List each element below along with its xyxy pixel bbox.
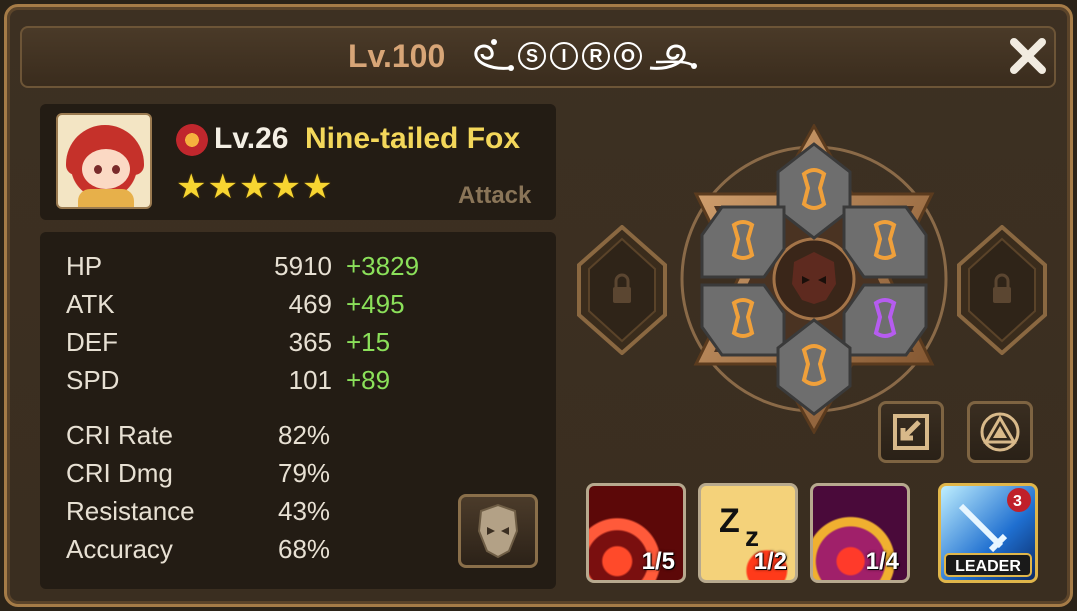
skill-level: 1/4 xyxy=(865,548,899,575)
star-icon: ★ xyxy=(270,168,301,206)
stat-row-spd: SPD 101 +89 xyxy=(66,365,446,399)
stat-value: 82% xyxy=(278,420,331,450)
rune-slot-3[interactable] xyxy=(842,283,928,357)
leader-label: LEADER xyxy=(955,558,1021,575)
skill-2[interactable]: Z z 1/2 xyxy=(698,483,798,583)
rune-slot-2[interactable] xyxy=(842,205,928,279)
skill-level: 1/2 xyxy=(753,548,787,575)
star-icon: ★ xyxy=(238,168,270,206)
rune-slot-6[interactable] xyxy=(700,205,786,279)
stat-row-accuracy: Accuracy 68% xyxy=(66,534,446,568)
monster-portrait[interactable] xyxy=(56,113,152,209)
stat-base: 469 xyxy=(288,289,332,319)
sword-icon: 3 LEADER xyxy=(944,488,1032,577)
stat-value: 43% xyxy=(278,496,331,526)
stat-base: 5910 xyxy=(274,251,332,281)
close-icon xyxy=(1010,38,1046,74)
stat-bonus: +15 xyxy=(346,327,391,357)
stat-label: HP xyxy=(66,251,103,281)
stat-value: 68% xyxy=(278,534,331,564)
stat-base: 101 xyxy=(288,365,332,395)
arrow-return-icon xyxy=(893,414,929,450)
leader-skill[interactable]: 3 LEADER xyxy=(938,483,1038,583)
stat-row-hp: HP 5910 +3829 xyxy=(66,251,446,285)
rune-level-title: Lv.100 xyxy=(348,38,446,74)
rune-letter-r: R xyxy=(582,42,610,70)
siro-emblem: S I R O xyxy=(470,36,698,76)
stat-label: Resistance xyxy=(66,496,195,526)
triangle-circle-icon xyxy=(980,412,1020,452)
unequip-runes-button[interactable] xyxy=(878,401,944,463)
skill-level: 1/5 xyxy=(641,548,675,575)
stat-value: 79% xyxy=(278,458,331,488)
stat-bonus: +3829 xyxy=(346,251,420,281)
stat-row-def: DEF 365 +15 xyxy=(66,327,446,361)
monster-mask-button[interactable] xyxy=(458,494,538,568)
stat-row-resistance: Resistance 43% xyxy=(66,496,446,530)
skill-3[interactable]: 1/4 xyxy=(810,483,910,583)
rune-letter-s: S xyxy=(518,42,546,70)
right-swirl-icon xyxy=(649,44,697,70)
locked-artifact-slot-right[interactable] xyxy=(957,224,1047,356)
lock-icon xyxy=(957,224,1047,356)
star-icon: ★ xyxy=(176,168,207,206)
skill-1[interactable]: 1/5 xyxy=(586,483,686,583)
stat-label: CRI Dmg xyxy=(66,458,173,488)
rune-slot-4[interactable] xyxy=(776,318,852,416)
rune-optimizer-button[interactable] xyxy=(967,401,1033,463)
leader-badge: 3 xyxy=(1013,493,1022,510)
monster-name: Nine-tailed Fox xyxy=(305,122,521,155)
mask-icon xyxy=(477,503,519,559)
stat-bonus: +89 xyxy=(346,365,391,395)
monster-type: Attack xyxy=(458,182,532,209)
stat-label: SPD xyxy=(66,365,120,395)
rune-letter-o: O xyxy=(614,42,642,70)
stat-row-cri-rate: CRI Rate 82% xyxy=(66,420,446,454)
star-icon: ★ xyxy=(207,168,238,206)
close-button[interactable] xyxy=(1008,36,1048,76)
monster-level: Lv.26 xyxy=(214,122,289,155)
stat-label: Accuracy xyxy=(66,534,173,564)
rune-slot-1[interactable] xyxy=(776,142,852,240)
stat-label: ATK xyxy=(66,289,115,319)
fire-element-icon xyxy=(176,124,208,156)
stat-row-atk: ATK 469 +495 xyxy=(66,289,446,323)
stat-bonus: +495 xyxy=(346,289,405,319)
star-rating: ★ ★ ★ ★ ★ xyxy=(176,170,332,204)
svg-text:Z: Z xyxy=(719,502,740,540)
stat-base: 365 xyxy=(288,327,332,357)
locked-artifact-slot-left[interactable] xyxy=(577,224,667,356)
stat-label: DEF xyxy=(66,327,118,357)
stat-row-cri-dmg: CRI Dmg 79% xyxy=(66,458,446,492)
rune-letter-i: I xyxy=(550,42,578,70)
star-icon: ★ xyxy=(301,168,333,206)
stat-label: CRI Rate xyxy=(66,420,173,450)
rune-slot-5[interactable] xyxy=(700,283,786,357)
lock-icon xyxy=(577,224,667,356)
left-swirl-icon xyxy=(474,39,514,71)
